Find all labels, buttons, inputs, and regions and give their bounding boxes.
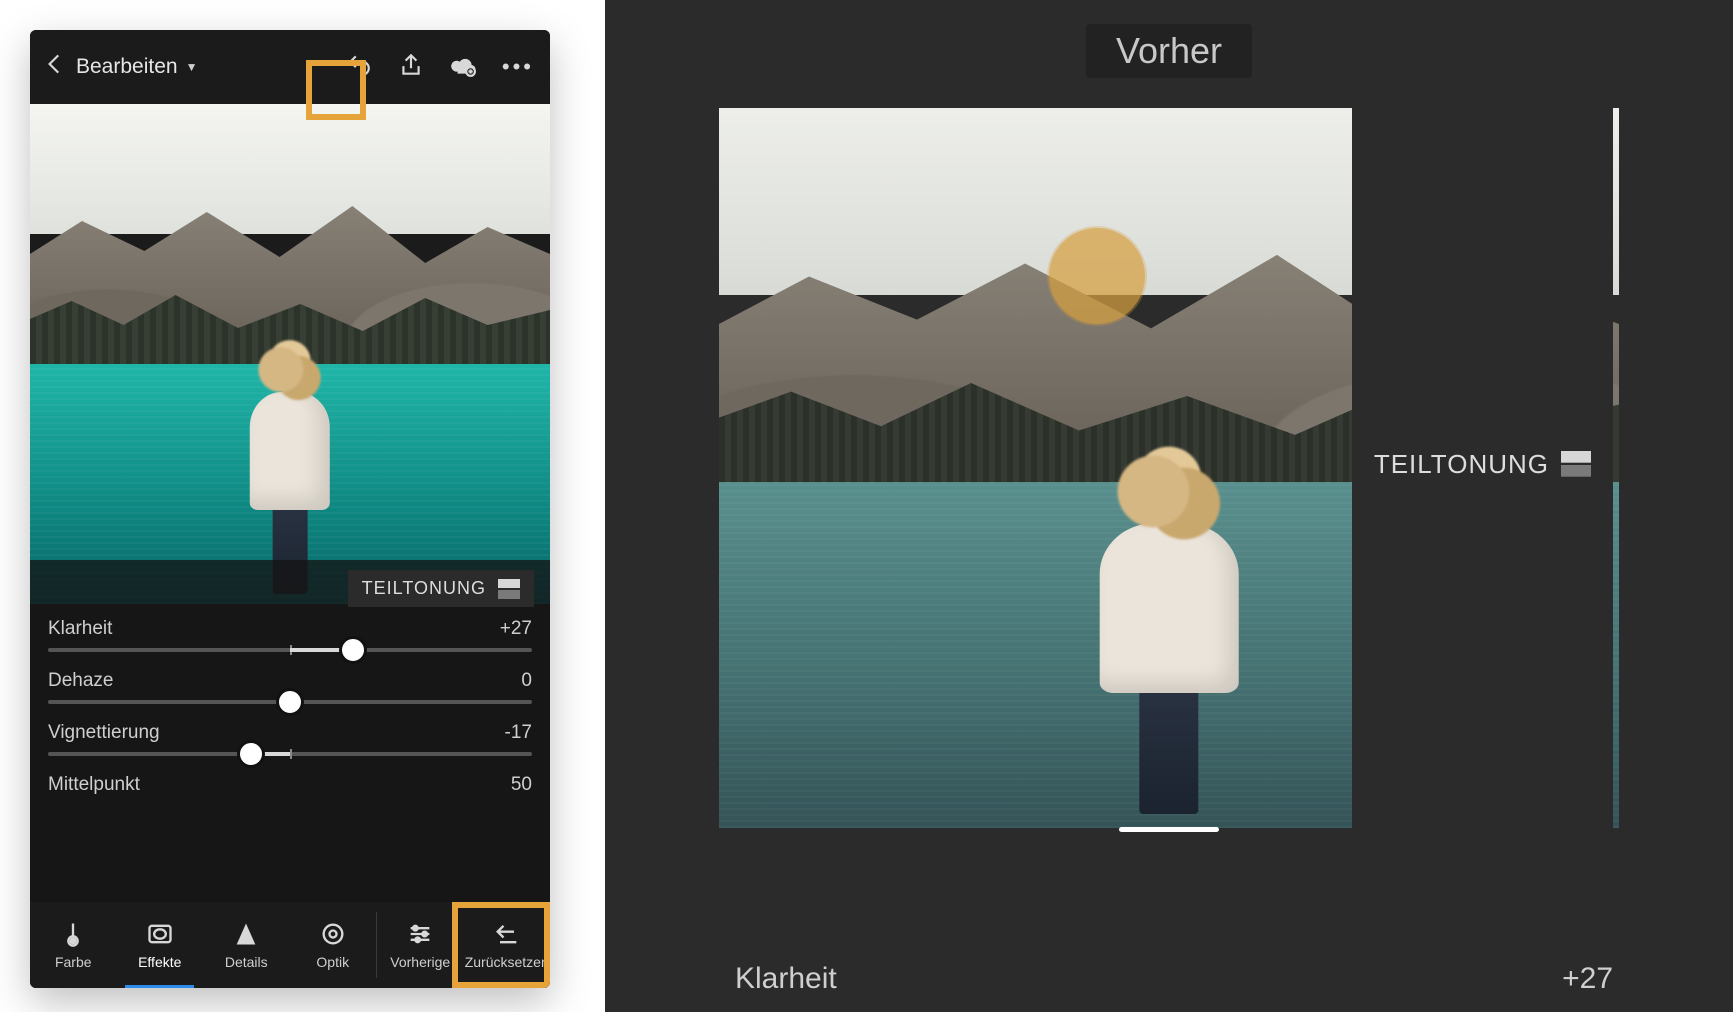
klarheit-readout-value: +27 [1562, 962, 1613, 996]
top-bar: Bearbeiten ▼ ••• [30, 30, 550, 104]
tool-zurücksetzen[interactable]: Zurücksetzen [464, 902, 551, 988]
before-preview-panel: Vorher TEILTONUNG Klarheit +27 [605, 0, 1733, 1012]
edit-mode-label: Bearbeiten [76, 55, 178, 79]
split-toning-label: TEILTONUNG [362, 578, 486, 599]
more-icon[interactable]: ••• [502, 54, 534, 80]
reset-icon [493, 920, 521, 948]
split-toning-button-large[interactable]: TEILTONUNG [1352, 10, 1613, 918]
slider-klarheit[interactable]: Klarheit +27 [48, 618, 532, 652]
sliders-icon [406, 920, 434, 948]
slider-mittelpunkt[interactable]: Mittelpunkt 50 [48, 774, 532, 796]
bottom-tool-strip: Farbe Effekte Details Optik Vorherige Zurück… [30, 902, 550, 988]
slider-label: Mittelpunkt [48, 774, 140, 796]
tool-label: Details [225, 954, 268, 970]
slider-thumb[interactable] [339, 636, 367, 664]
split-toning-label-large: TEILTONUNG [1374, 449, 1549, 480]
tool-label: Vorherige [390, 954, 450, 970]
slider-thumb[interactable] [276, 688, 304, 716]
split-toning-button[interactable]: TEILTONUNG [348, 570, 534, 607]
tool-details[interactable]: Details [203, 902, 290, 988]
slider-label: Vignettierung [48, 722, 160, 744]
share-icon[interactable] [398, 52, 424, 83]
tool-vorherige[interactable]: Vorherige [377, 902, 464, 988]
tool-farbe[interactable]: Farbe [30, 902, 117, 988]
thermometer-icon [59, 920, 87, 948]
edit-mode-dropdown[interactable]: Bearbeiten ▼ [76, 55, 197, 79]
back-icon[interactable] [40, 51, 70, 84]
sharpen-icon [232, 920, 260, 948]
slider-track[interactable] [48, 700, 532, 704]
slider-dehaze[interactable]: Dehaze 0 [48, 670, 532, 704]
slider-value: 50 [511, 774, 532, 796]
slider-value: -17 [505, 722, 532, 744]
phone-screenshot-left: Bearbeiten ▼ ••• TE [30, 30, 550, 988]
chevron-down-icon: ▼ [186, 60, 198, 74]
slider-label: Dehaze [48, 670, 114, 692]
slider-value: 0 [521, 670, 532, 692]
tool-optik[interactable]: Optik [290, 902, 377, 988]
split-toning-swatch-icon [1561, 451, 1591, 477]
before-label: Vorher [1086, 24, 1252, 78]
lens-icon [319, 920, 347, 948]
vignette-icon [146, 920, 174, 948]
klarheit-readout-label: Klarheit [735, 962, 837, 996]
undo-icon[interactable] [346, 52, 372, 83]
effects-panel: TEILTONUNG Klarheit +27 Dehaze 0 Vignettieru… [30, 560, 550, 902]
slider-track[interactable] [48, 648, 532, 652]
slider-label: Klarheit [48, 618, 112, 640]
tool-label: Effekte [138, 954, 181, 970]
cloud-add-icon[interactable] [450, 52, 476, 83]
edited-photo[interactable] [30, 104, 550, 604]
klarheit-readout: Klarheit +27 [735, 962, 1613, 996]
slider-track[interactable] [48, 752, 532, 756]
slider-value: +27 [500, 618, 532, 640]
split-toning-swatch-icon [498, 579, 520, 599]
tool-label: Zurücksetzen [465, 954, 549, 970]
slider-thumb[interactable] [237, 740, 265, 768]
touch-indicator-icon [1049, 228, 1145, 324]
tool-label: Farbe [55, 954, 92, 970]
tool-effekte[interactable]: Effekte [117, 902, 204, 988]
tool-label: Optik [316, 954, 349, 970]
slider-vignettierung[interactable]: Vignettierung -17 [48, 722, 532, 756]
home-indicator [1119, 827, 1219, 832]
